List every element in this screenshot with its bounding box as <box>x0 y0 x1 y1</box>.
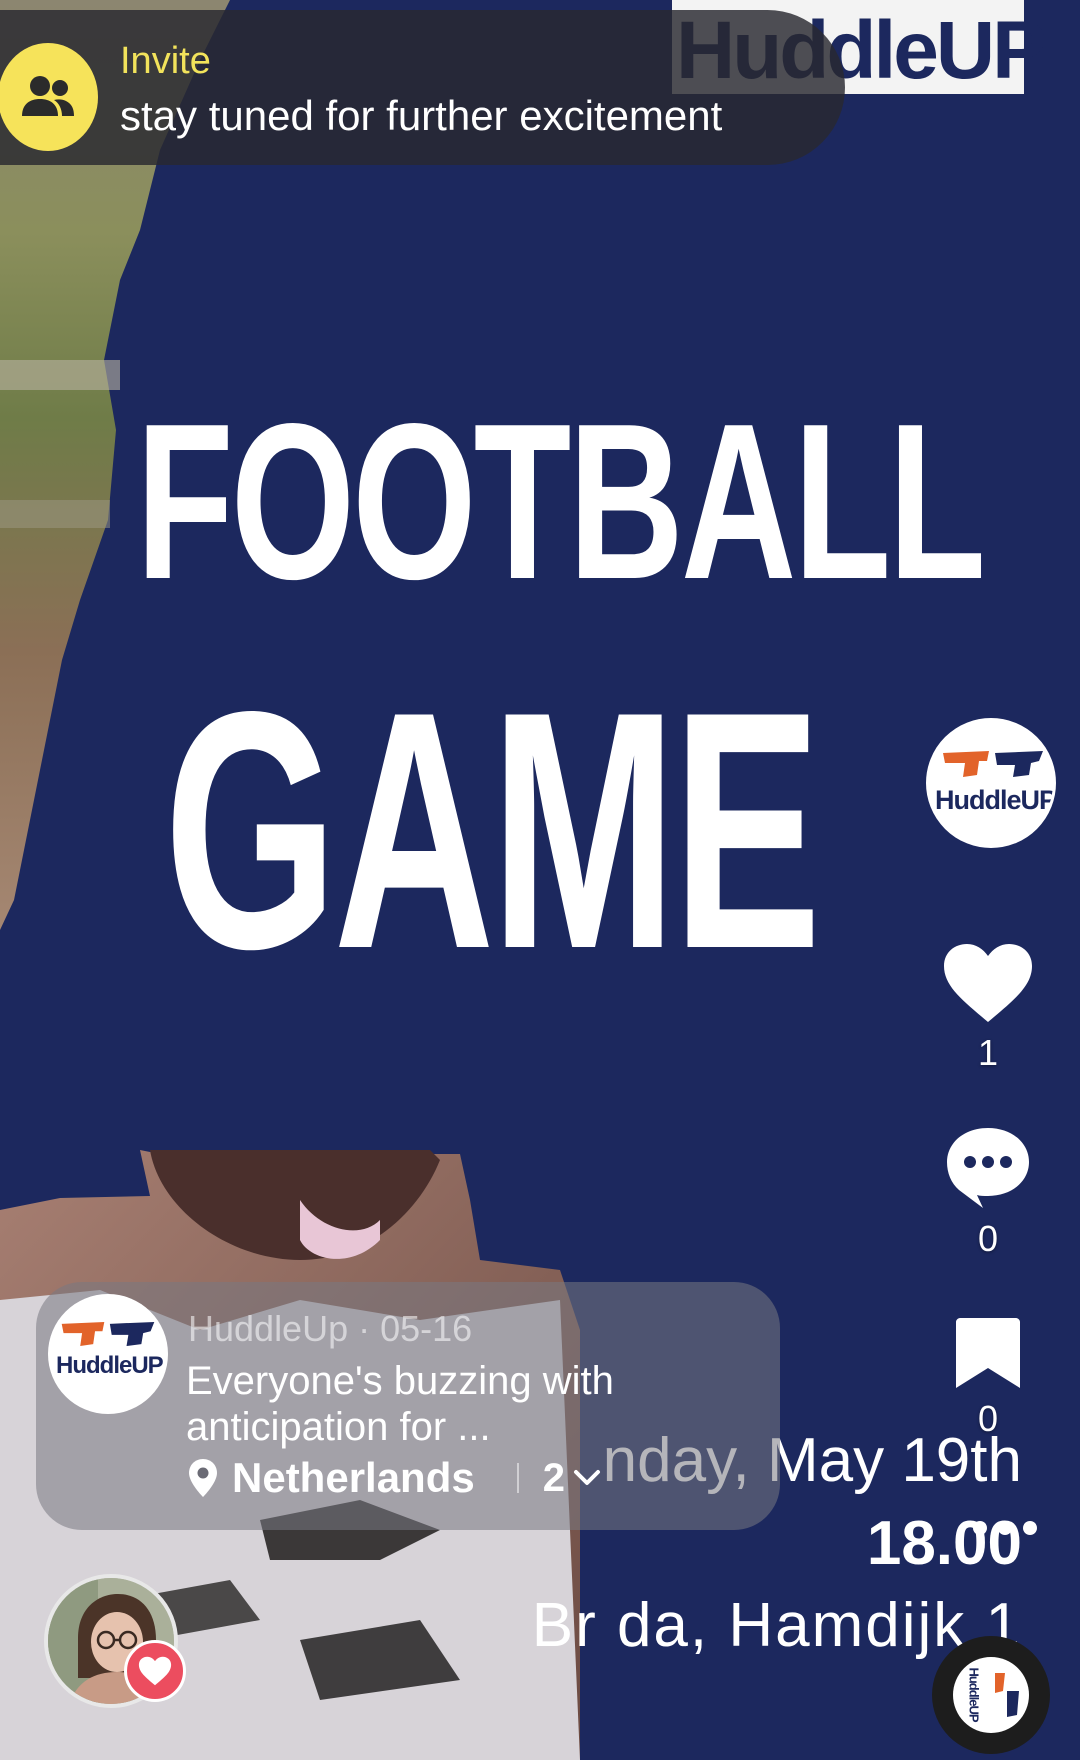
video-headline-football: FOOTBALL <box>136 378 986 626</box>
caption-avatar[interactable]: HuddleUP <box>48 1294 168 1414</box>
heart-icon <box>944 944 1032 1022</box>
location-row[interactable]: Netherlands 2 <box>188 1454 601 1502</box>
caption-text[interactable]: Everyone's buzzing with anticipation for… <box>186 1358 706 1450</box>
comment-icon <box>947 1128 1029 1208</box>
like-action[interactable]: 1 <box>930 942 1046 1074</box>
location-count: 2 <box>542 1455 565 1500</box>
bookmark-action[interactable]: 0 <box>930 1316 1046 1440</box>
invite-subtitle: stay tuned for further excitement <box>120 92 723 139</box>
bookmark-count: 0 <box>977 1398 999 1439</box>
follow-like-badge[interactable] <box>124 1640 186 1702</box>
video-event-place: Br da, Hamdijk 1 <box>531 1591 1022 1660</box>
huddleup-logo-icon <box>61 1321 155 1347</box>
comment-action[interactable]: 0 <box>930 1124 1046 1260</box>
creator-logo-text: HuddleUP <box>935 785 1056 815</box>
chevron-down-icon[interactable] <box>573 1468 601 1488</box>
more-options-icon[interactable] <box>970 1518 1040 1538</box>
invite-banner[interactable]: Invite stay tuned for further excitement <box>0 10 845 165</box>
heart-icon <box>138 1656 172 1686</box>
users-icon <box>0 43 98 151</box>
location-pin-icon <box>189 1459 217 1497</box>
caption-author-date[interactable]: HuddleUp · 05-16 <box>188 1308 472 1350</box>
invite-title: Invite <box>120 40 211 82</box>
sound-disc[interactable]: HuddleUP <box>932 1636 1050 1754</box>
comment-count: 0 <box>977 1218 999 1259</box>
bookmark-icon <box>956 1318 1020 1388</box>
huddleup-logo-icon <box>995 1673 1019 1717</box>
caption-logo-text: HuddleUP <box>56 1352 164 1379</box>
caption-card[interactable]: HuddleUP HuddleUp · 05-16 Everyone's buz… <box>36 1282 780 1530</box>
huddleup-logo-icon <box>943 751 1043 777</box>
like-count: 1 <box>977 1032 999 1073</box>
location-text: Netherlands <box>232 1454 475 1501</box>
sound-disc-logo: HuddleUP <box>953 1657 1029 1733</box>
creator-avatar[interactable]: HuddleUP <box>926 718 1056 848</box>
video-headline-game: GAME <box>164 641 821 1019</box>
location-divider <box>516 1463 519 1493</box>
disc-logo-text: HuddleUP <box>966 1667 982 1722</box>
